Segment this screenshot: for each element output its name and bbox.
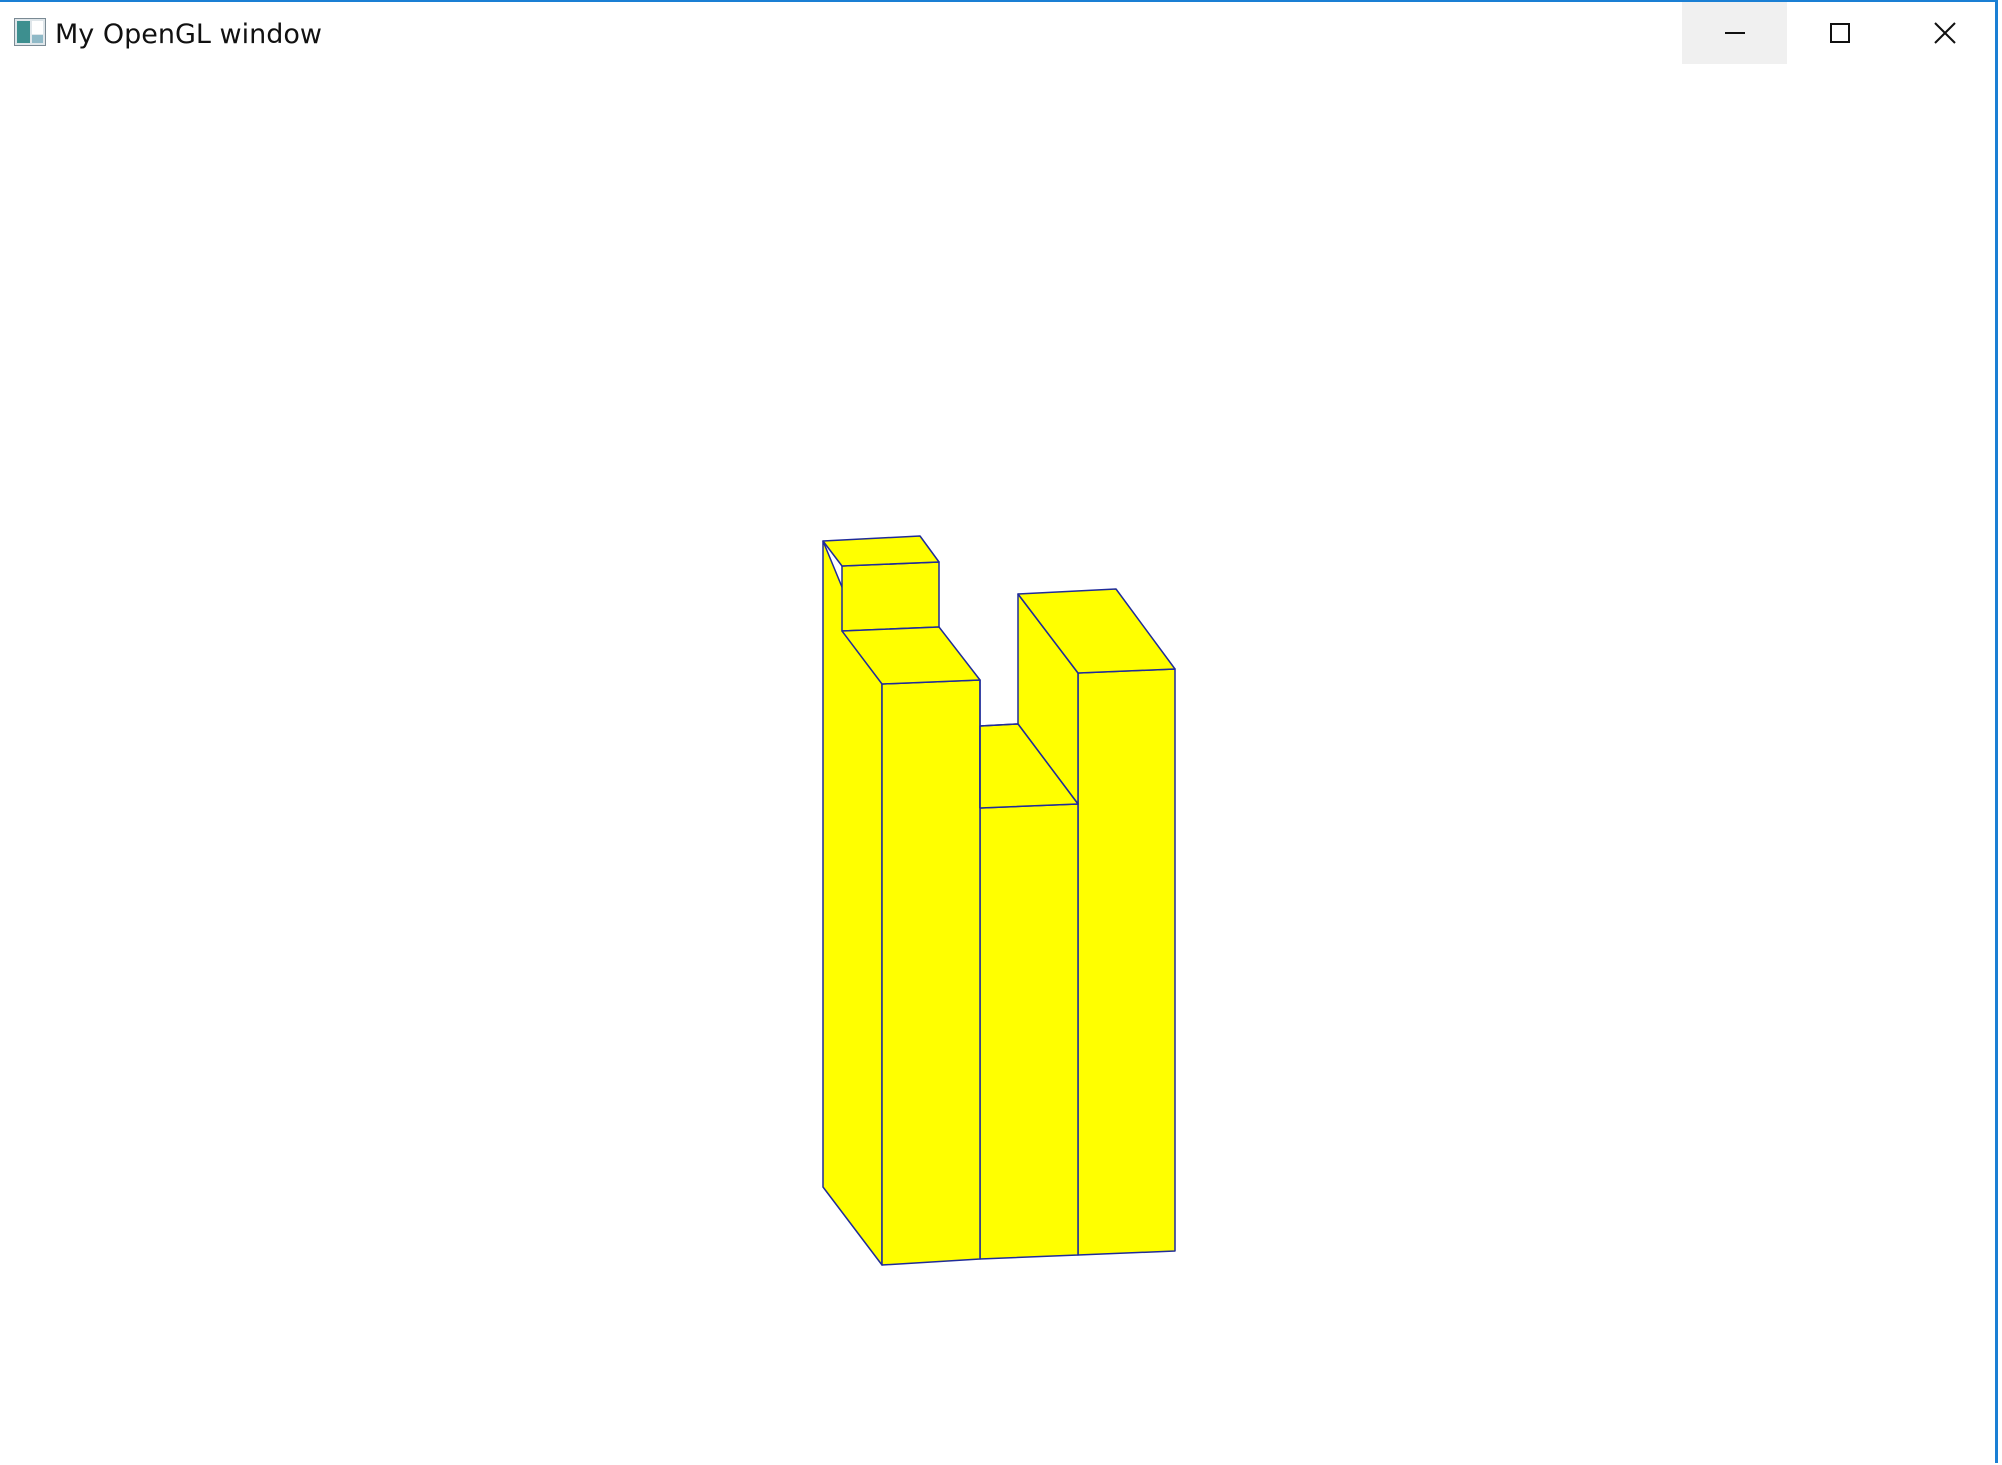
close-button[interactable]	[1892, 2, 1997, 64]
opengl-viewport[interactable]	[0, 66, 1995, 1463]
opengl-window: My OpenGL window	[0, 0, 1998, 1463]
maximize-button[interactable]	[1787, 2, 1892, 64]
maximize-icon	[1829, 23, 1850, 43]
raised-step-front	[841, 561, 940, 632]
rendered-3d-block	[822, 535, 1176, 1266]
minimize-icon	[1724, 32, 1745, 34]
minimize-button[interactable]	[1682, 2, 1787, 64]
window-title: My OpenGL window	[55, 19, 322, 50]
title-bar[interactable]: My OpenGL window	[0, 2, 1995, 66]
block-front-middle-face	[979, 803, 1079, 1260]
close-icon	[1933, 22, 1956, 44]
opengl-window-icon	[14, 18, 46, 46]
raised-step-top	[822, 535, 940, 567]
block-front-right-face	[1077, 668, 1176, 1256]
block-front-left-face	[881, 679, 981, 1266]
